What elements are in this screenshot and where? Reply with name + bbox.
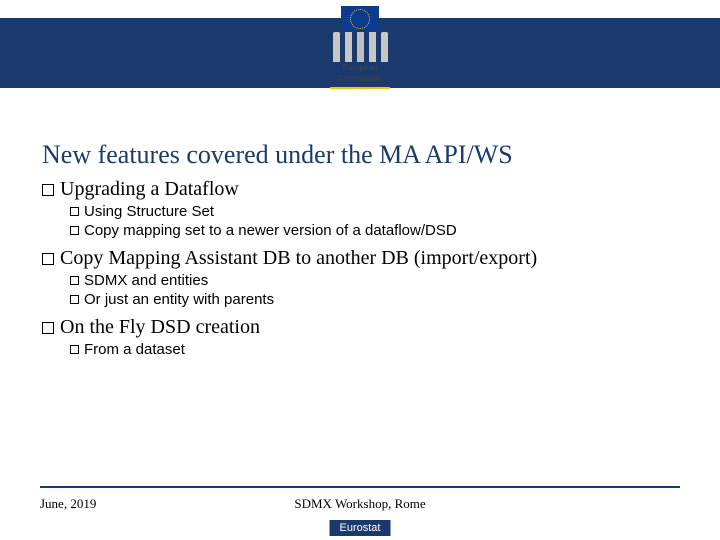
logo-text-line1: European: [325, 64, 395, 73]
bullet-text: From a dataset: [84, 341, 185, 358]
logo-pillars-icon: [325, 12, 395, 62]
eu-flag-icon: [341, 6, 379, 32]
bullet-lvl1: Copy Mapping Assistant DB to another DB …: [42, 247, 680, 270]
bullet-text: SDMX and entities: [84, 272, 208, 289]
bullet-lvl1: On the Fly DSD creation: [42, 316, 680, 339]
bullet-text: Copy mapping set to a newer version of a…: [84, 222, 457, 239]
bullet-lvl2: Using Structure Set: [70, 203, 680, 220]
square-bullet-icon: [70, 226, 79, 235]
footer-venue: SDMX Workshop, Rome: [294, 496, 425, 512]
bullet-text: Or just an entity with parents: [84, 291, 274, 308]
square-bullet-icon: [70, 276, 79, 285]
bullet-lvl2: From a dataset: [70, 341, 680, 358]
square-bullet-icon: [42, 253, 54, 265]
square-bullet-icon: [70, 295, 79, 304]
logo-underline: [330, 87, 390, 89]
square-bullet-icon: [42, 322, 54, 334]
bullet-lvl1: Upgrading a Dataflow: [42, 178, 680, 201]
bullet-text: Using Structure Set: [84, 203, 214, 220]
bullet-lvl2: Copy mapping set to a newer version of a…: [70, 222, 680, 239]
bullet-lvl2: Or just an entity with parents: [70, 291, 680, 308]
footer-date: June, 2019: [40, 496, 96, 512]
logo-text-line2: Commission: [325, 75, 395, 84]
slide-content: Upgrading a Dataflow Using Structure Set…: [42, 178, 680, 366]
slide-title: New features covered under the MA API/WS: [42, 140, 513, 170]
bullet-text: Copy Mapping Assistant DB to another DB …: [60, 247, 537, 269]
bullet-text: Upgrading a Dataflow: [60, 178, 239, 200]
footer-divider: [40, 486, 680, 488]
eurostat-badge: Eurostat: [330, 520, 391, 536]
square-bullet-icon: [70, 207, 79, 216]
square-bullet-icon: [42, 184, 54, 196]
square-bullet-icon: [70, 345, 79, 354]
bullet-lvl2: SDMX and entities: [70, 272, 680, 289]
ec-logo: European Commission: [325, 18, 395, 89]
footer: June, 2019 SDMX Workshop, Rome: [40, 496, 680, 512]
bullet-text: On the Fly DSD creation: [60, 316, 260, 338]
